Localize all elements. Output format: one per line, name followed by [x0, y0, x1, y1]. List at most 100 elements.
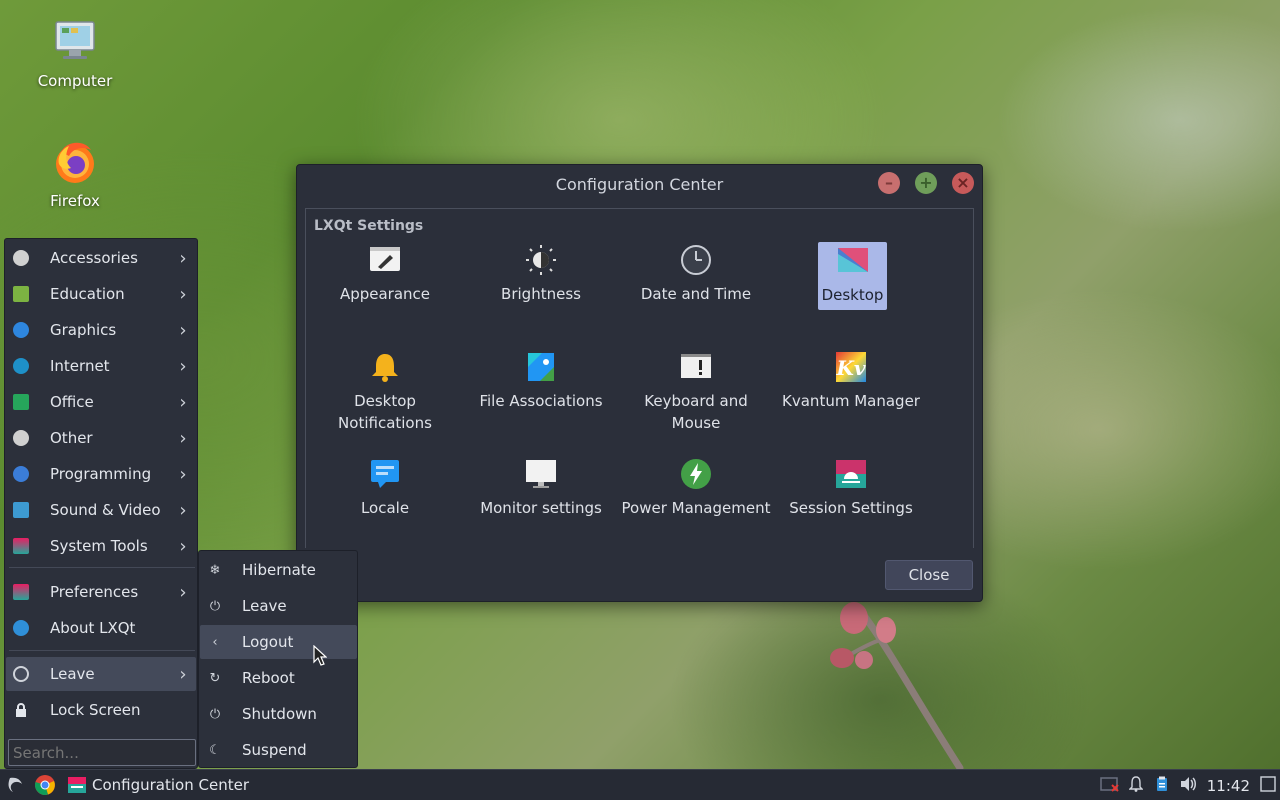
settings-item-label: Session Settings: [789, 499, 913, 517]
office-icon: [13, 394, 29, 410]
volume-icon: [1179, 776, 1197, 796]
menu-item-accessories[interactable]: Accessories ›: [6, 241, 196, 275]
education-icon: [13, 286, 29, 302]
firefox-icon: [51, 138, 99, 186]
desktop-icon-firefox[interactable]: Firefox: [20, 138, 130, 210]
desktop-icon-label: Firefox: [50, 192, 100, 210]
programming-icon: [13, 466, 29, 482]
start-menu: Accessories › Education › Graphics › Int…: [4, 238, 198, 769]
menu-item-office[interactable]: Office ›: [6, 385, 196, 419]
settings-panel: LXQt Settings Appearance Brightness Date…: [305, 208, 974, 548]
mouse-cursor: [313, 645, 327, 666]
leave-item-reboot[interactable]: ↻ Reboot: [200, 661, 357, 695]
settings-item-notifications[interactable]: Desktop Notifications: [310, 350, 460, 434]
clock-icon: [679, 243, 713, 277]
search-input[interactable]: [8, 739, 196, 766]
settings-item-desktop[interactable]: Desktop: [818, 242, 887, 310]
leave-item-leave[interactable]: ⏻ Leave: [200, 589, 357, 623]
minimize-button[interactable]: –: [878, 172, 900, 194]
system-tray: 11:42: [1097, 770, 1280, 800]
chevron-right-icon: ›: [179, 499, 187, 521]
system-tools-icon: [13, 538, 29, 554]
settings-item-brightness[interactable]: Brightness: [466, 243, 616, 305]
other-icon: [13, 430, 29, 446]
hibernate-icon: ❄: [209, 562, 221, 578]
leave-item-suspend[interactable]: ☾ Suspend: [200, 733, 357, 767]
clock[interactable]: 11:42: [1201, 777, 1256, 795]
close-icon: ×: [956, 173, 970, 192]
settings-item-label: Locale: [360, 499, 410, 517]
menu-item-other[interactable]: Other ›: [6, 421, 196, 455]
appearance-icon: [368, 243, 402, 277]
settings-item-label: Date and Time: [640, 285, 752, 303]
svg-text:Kv: Kv: [835, 356, 865, 380]
menu-item-system-tools[interactable]: System Tools ›: [6, 529, 196, 563]
close-button[interactable]: Close: [885, 560, 973, 590]
minimize-icon: –: [885, 173, 893, 192]
menu-item-education[interactable]: Education ›: [6, 277, 196, 311]
network-tray-item[interactable]: [1097, 770, 1123, 800]
leave-item-logout[interactable]: ‹ Logout: [200, 625, 357, 659]
settings-item-label: Desktop: [821, 286, 884, 304]
notifications-tray-item[interactable]: [1123, 770, 1149, 800]
settings-item-session[interactable]: Session Settings: [776, 457, 926, 519]
background-twig: [830, 602, 964, 770]
menu-item-preferences[interactable]: Preferences ›: [6, 575, 196, 609]
chrome-icon: [35, 775, 55, 795]
chevron-right-icon: ›: [179, 535, 187, 557]
menu-item-about-lxqt[interactable]: About LXQt: [6, 611, 196, 645]
lock-icon: [13, 702, 29, 718]
settings-item-kvantum[interactable]: Kv Kvantum Manager: [776, 350, 926, 412]
clipboard-tray-item[interactable]: [1149, 770, 1175, 800]
accessories-icon: [13, 250, 29, 266]
show-desktop-button[interactable]: [1256, 770, 1280, 800]
chevron-right-icon: ›: [179, 247, 187, 269]
chevron-right-icon: ›: [179, 283, 187, 305]
menu-separator: [9, 567, 195, 568]
locale-icon: [368, 457, 402, 491]
settings-item-power-management[interactable]: Power Management: [621, 457, 771, 519]
settings-item-label: Desktop Notifications: [338, 392, 432, 432]
section-title: LXQt Settings: [314, 218, 424, 234]
internet-icon: [13, 358, 29, 374]
close-window-button[interactable]: ×: [952, 172, 974, 194]
settings-item-locale[interactable]: Locale: [310, 457, 460, 519]
leave-item-hibernate[interactable]: ❄ Hibernate: [200, 553, 357, 587]
config-center-icon: [68, 777, 86, 793]
settings-item-date-time[interactable]: Date and Time: [621, 243, 771, 305]
taskbar-task-config-center[interactable]: Configuration Center: [64, 771, 253, 799]
keyboard-icon: [679, 350, 713, 384]
settings-item-label: File Associations: [479, 392, 603, 410]
desktop-icon: [836, 244, 870, 278]
settings-item-appearance[interactable]: Appearance: [310, 243, 460, 305]
lxqt-icon: [13, 620, 29, 636]
chevron-right-icon: ›: [179, 391, 187, 413]
volume-tray-item[interactable]: [1175, 770, 1201, 800]
menu-item-graphics[interactable]: Graphics ›: [6, 313, 196, 347]
kvantum-icon: Kv: [834, 350, 868, 384]
menu-separator: [9, 650, 195, 651]
brightness-icon: [524, 243, 558, 277]
settings-item-monitor[interactable]: Monitor settings: [466, 457, 616, 519]
settings-item-keyboard-mouse[interactable]: Keyboard and Mouse: [621, 350, 771, 434]
reboot-icon: ↻: [209, 670, 221, 686]
menu-item-leave[interactable]: Leave ›: [6, 657, 196, 691]
clipboard-icon: [1156, 776, 1168, 796]
menu-item-sound-video[interactable]: Sound & Video ›: [6, 493, 196, 527]
settings-item-file-associations[interactable]: File Associations: [466, 350, 616, 412]
shutdown-icon: ⏻: [209, 706, 221, 722]
chrome-launcher[interactable]: [34, 774, 56, 796]
leave-submenu: ❄ Hibernate ⏻ Leave ‹ Logout ↻ Reboot ⏻ …: [198, 550, 358, 768]
desktop-icon-computer[interactable]: Computer: [20, 18, 130, 90]
maximize-button[interactable]: +: [915, 172, 937, 194]
chevron-right-icon: ›: [179, 427, 187, 449]
leave-item-shutdown[interactable]: ⏻ Shutdown: [200, 697, 357, 731]
menu-item-programming[interactable]: Programming ›: [6, 457, 196, 491]
window-titlebar[interactable]: Configuration Center – + ×: [297, 165, 982, 203]
monitor-icon: [524, 457, 558, 491]
main-menu-button[interactable]: [6, 775, 26, 795]
bell-icon: [1128, 775, 1144, 796]
config-center-window: Configuration Center – + × LXQt Settings…: [296, 164, 983, 602]
menu-item-internet[interactable]: Internet ›: [6, 349, 196, 383]
menu-item-lock-screen[interactable]: Lock Screen: [6, 693, 196, 727]
